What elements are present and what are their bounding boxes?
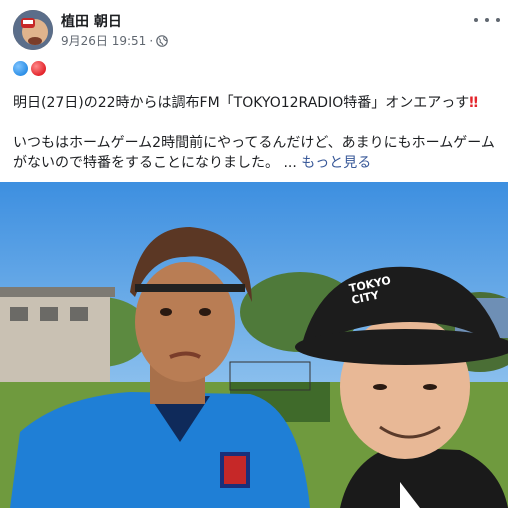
post-photo[interactable]: TOKYO CITY — [0, 182, 508, 508]
paragraph-2-line-1: いつもはホームゲーム2時間前にやってるんだけど、あまりにもホームゲーム — [13, 135, 495, 151]
ellipsis: ... — [283, 155, 297, 171]
paragraph-2: いつもはホームゲーム2時間前にやってるんだけど、あまりにもホームゲーム がないの… — [13, 133, 498, 173]
post-header: 植田 朝日 9月26日 19:51 · — [0, 0, 508, 56]
red-circle-icon — [31, 60, 46, 76]
avatar-image — [13, 10, 53, 50]
meta-separator: · — [149, 33, 154, 48]
post-options-icon[interactable] — [474, 12, 500, 28]
emoji-row — [13, 57, 498, 79]
blue-circle-icon — [13, 60, 28, 76]
paragraph-1: 明日(27日)の22時からは調布FM「TOKYO12RADIO特番」オンエアっす… — [13, 93, 498, 113]
paragraph-2-line-2: がないので特番をすることになりました。 — [13, 155, 279, 171]
photo-illustration — [0, 182, 508, 508]
paragraph-1-text: 明日(27日)の22時からは調布FM「TOKYO12RADIO特番」オンエアっす — [13, 95, 470, 111]
post-timestamp[interactable]: 9月26日 19:51 — [61, 32, 146, 49]
post-meta: 9月26日 19:51 · — [61, 32, 168, 49]
author-name[interactable]: 植田 朝日 — [61, 11, 122, 31]
author-avatar[interactable] — [13, 10, 53, 50]
double-exclamation-icon: ‼ — [469, 95, 479, 111]
see-more-link[interactable]: もっと見る — [301, 155, 371, 171]
globe-icon[interactable] — [156, 34, 168, 47]
facebook-post: 植田 朝日 9月26日 19:51 · 明日(27日)の22時からは調布FM「T… — [0, 0, 508, 508]
post-text: 明日(27日)の22時からは調布FM「TOKYO12RADIO特番」オンエアっす… — [13, 57, 498, 173]
